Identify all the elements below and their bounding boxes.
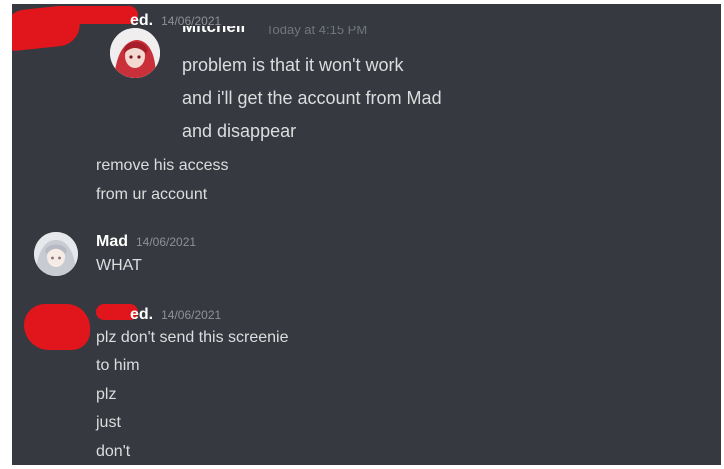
timestamp: 14/06/2021 xyxy=(136,235,197,249)
quoted-line: problem is that it won't work xyxy=(182,55,404,75)
quoted-username[interactable]: Mitchell xyxy=(182,26,245,37)
message-line: don't xyxy=(96,443,131,460)
quoted-avatar[interactable] xyxy=(110,28,160,78)
chat-view: ed. 14/06/2021 Mitchell Today at 4:15 PM… xyxy=(12,4,721,465)
redacted-username xyxy=(52,6,138,24)
timestamp: 14/06/2021 xyxy=(161,308,222,322)
avatar[interactable] xyxy=(34,232,78,276)
message-line: plz xyxy=(96,386,117,403)
message-header: ed. 14/06/2021 xyxy=(130,306,221,324)
username[interactable]: Mad xyxy=(96,233,128,251)
message-line: to him xyxy=(96,357,140,374)
message-line: plz don't send this screenie xyxy=(96,329,289,346)
message-line: WHAT xyxy=(96,257,142,274)
quoted-line: and disappear xyxy=(182,121,297,141)
redacted-avatar xyxy=(24,304,90,350)
message-header: Mad 14/06/2021 xyxy=(96,233,196,251)
quoted-timestamp: Today at 4:15 PM xyxy=(266,26,368,37)
message-line: remove his access xyxy=(96,157,229,174)
message-line: from ur account xyxy=(96,186,208,203)
quoted-line: and i'll get the account from Mad xyxy=(182,88,442,108)
username[interactable]: ed. xyxy=(130,306,153,324)
message-line: just xyxy=(96,414,121,431)
